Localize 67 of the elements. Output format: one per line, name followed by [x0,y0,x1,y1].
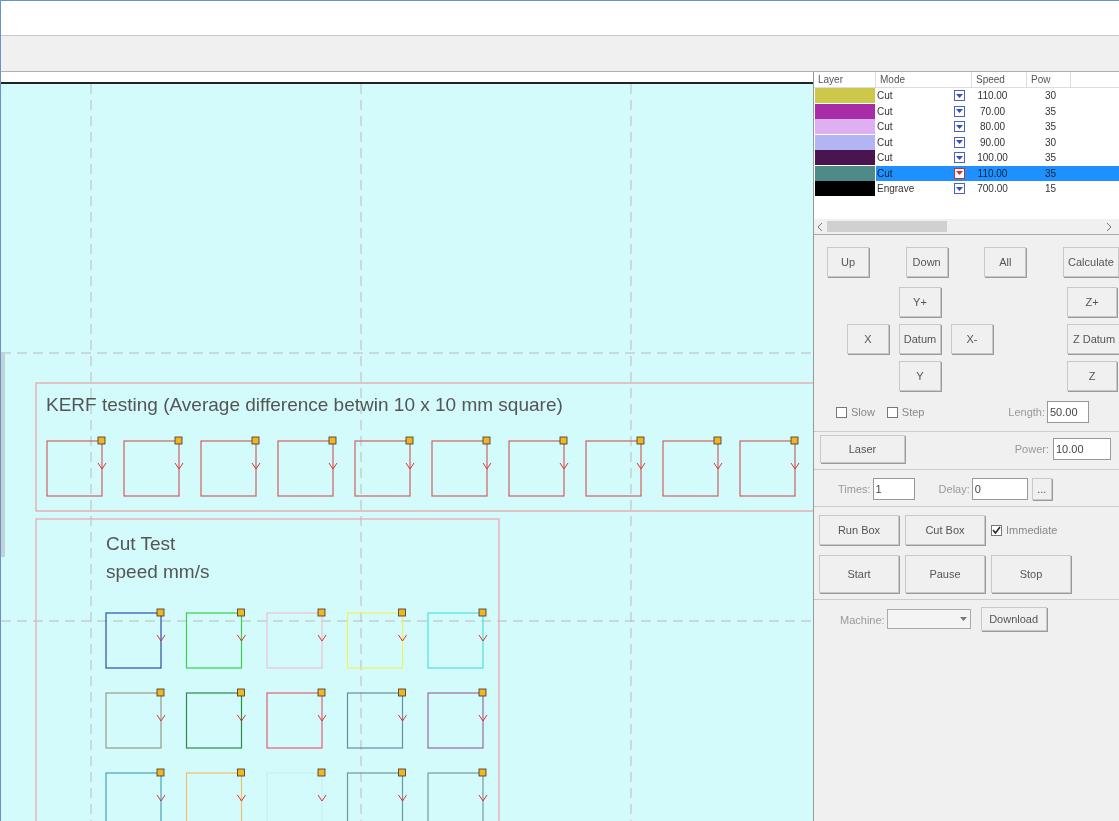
z-datum-button[interactable]: Z Datum [1067,324,1119,354]
layer-row[interactable]: Engrave 700.00 15 [876,181,1119,197]
layer-button[interactable]: All [984,247,1027,277]
layer-row[interactable]: Cut 70.00 35 [876,103,1119,119]
column-header[interactable]: Speed [972,72,1027,87]
cut-box-button[interactable]: Cut Box [905,515,985,545]
field-label: Power: [1014,441,1049,457]
jog-button[interactable]: Y [899,361,941,391]
layer-button[interactable]: Calculate [1062,247,1119,277]
jog-button[interactable]: X [847,324,889,354]
table-cell-text: Cut [876,89,894,103]
table-cell-text: Engrave [876,182,916,196]
table-cell-text: 30 [1043,135,1057,150]
field-label: Length: [1008,404,1045,420]
power-field[interactable]: 10.00 [1053,438,1111,460]
table-cell-text: 30 [1043,89,1057,103]
layer-row[interactable]: Cut 110.00 30 [876,88,1119,104]
table-cell-text: Cut [876,120,894,134]
run-box-button[interactable]: Run Box [819,515,899,545]
table-cell-text: Cut [876,151,894,165]
table-cell-text: 35 [1043,151,1057,165]
table-cell-text: 90.00 [979,135,1006,150]
checkbox-label: Immediate [1006,522,1058,538]
delay-field[interactable]: 0 [971,478,1028,500]
field-label: Times: [838,481,871,497]
column-header[interactable]: Layer [814,72,876,87]
jog-button[interactable]: X- [951,324,993,354]
length-field[interactable]: 50.00 [1047,401,1089,423]
cut-test-title: Cut Test [106,533,176,554]
action-button[interactable]: Pause [905,555,985,593]
jog-button[interactable]: Y+ [899,287,941,317]
checkbox-label: Step [901,404,925,420]
table-cell-text: Cut [876,166,894,181]
table-cell-text: 35 [1043,104,1057,119]
table-cell-text: 100.00 [976,151,1009,165]
table-cell-text: 35 [1043,120,1057,134]
more-button[interactable]: ... [1031,478,1052,500]
table-cell-text: Cut [876,135,894,150]
cut-test-subtitle: speed mm/s [106,561,210,582]
laser-button[interactable]: Laser [820,435,905,463]
layer-row[interactable]: Cut 110.00 35 [876,165,1119,181]
layer-row[interactable]: Cut 90.00 30 [876,134,1119,150]
download-button[interactable]: Download [980,607,1047,631]
column-header[interactable]: Mode [876,72,972,87]
table-cell-text: 80.00 [979,120,1006,134]
checkbox-label: Slow [851,404,875,420]
column-header[interactable]: Pow [1027,72,1071,87]
table-cell-text: 15 [1043,182,1057,196]
layer-row[interactable]: Cut 80.00 35 [876,119,1119,135]
layer-row[interactable]: Cut 100.00 35 [876,150,1119,166]
jog-button[interactable]: Z+ [1067,287,1117,317]
action-button[interactable]: Stop [991,555,1071,593]
table-cell-text: 35 [1043,166,1057,181]
table-cell-text: Cut [876,104,894,119]
jog-button[interactable]: Z [1067,361,1117,391]
datum-button[interactable]: Datum [899,324,941,354]
times-field[interactable]: 1 [872,478,915,500]
field-label: Delay: [938,481,970,497]
field-label: Machine: [840,614,885,626]
layer-button[interactable]: Up [827,247,869,277]
table-cell-text: 110.00 [976,89,1009,103]
table-cell-text: 70.00 [979,104,1006,119]
table-cell-text: 110.00 [976,166,1009,181]
kerf-title: KERF testing (Average difference betwin 10 x 10 mm square) [46,394,563,415]
table-cell-text: 700.00 [976,182,1009,196]
layer-button[interactable]: Down [905,247,948,277]
action-button[interactable]: Start [819,555,899,593]
